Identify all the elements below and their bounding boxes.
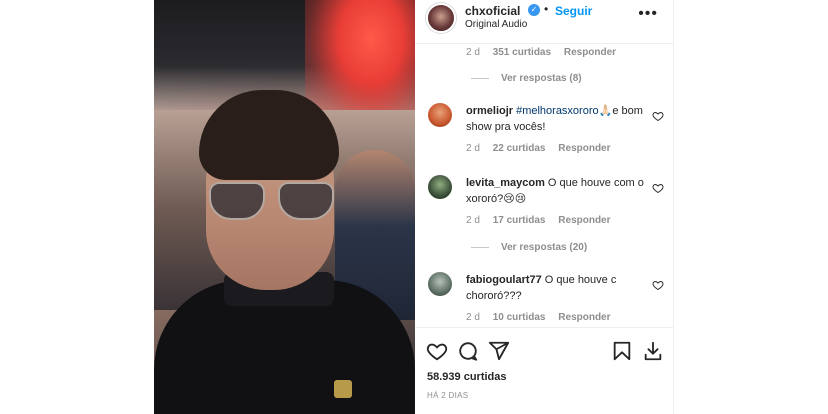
comment-meta: 2 d 17 curtidas Responder [466,215,621,226]
download-icon[interactable] [642,340,664,362]
commenter-avatar[interactable] [428,175,452,199]
comment-likes[interactable]: 17 curtidas [493,215,546,226]
comment-time: 2 d [466,143,480,154]
commenter-avatar[interactable] [428,103,452,127]
sunglasses [209,182,334,222]
comment-meta: 2 d 351 curtidas Responder [466,47,626,58]
commenter-username[interactable]: fabiogoulart77 [466,274,542,286]
post-side-panel: chxoficial ✓ • Seguir Original Audio •••… [415,0,674,414]
comment-likes[interactable]: 22 curtidas [493,143,546,154]
replies-divider-line [471,246,489,248]
like-count[interactable]: 58.939 curtidas [427,371,507,383]
comments-list[interactable]: 2 d 351 curtidas Responder Ver respostas… [415,44,674,327]
comment-icon[interactable] [457,340,479,362]
comment-likes[interactable]: 351 curtidas [493,47,551,58]
separator-dot: • [544,2,549,16]
comment-meta: 2 d 10 curtidas Responder [466,312,621,323]
comment-text: fabiogoulart77 O que houve c chororó??? [466,272,646,304]
avatar[interactable] [426,3,456,33]
left-lens [209,182,265,220]
comment-text: levita_maycom O que houve com o xororó?😢😢 [466,175,646,207]
more-options-icon[interactable]: ••• [638,6,658,22]
audio-label[interactable]: Original Audio [465,19,527,30]
heart-icon[interactable] [426,340,448,362]
post-header: chxoficial ✓ • Seguir Original Audio ••• [415,0,674,44]
reply-button[interactable]: Responder [558,312,610,323]
comment-time: 2 d [466,312,480,323]
shirt-logo [334,380,352,398]
reply-button[interactable]: Responder [558,143,610,154]
main-person [154,90,415,414]
follow-button[interactable]: Seguir [555,4,592,18]
view-replies-button[interactable]: Ver respostas (20) [471,242,587,253]
comment-text: ormeliojr #melhorasxororo🙏🏻e bom show pra… [466,103,646,135]
comment-time: 2 d [466,47,480,58]
bookmark-icon[interactable] [611,340,633,362]
like-comment-heart-icon[interactable] [652,279,664,291]
replies-divider-line [471,77,489,79]
share-icon[interactable] [488,340,510,362]
reply-button[interactable]: Responder [564,47,616,58]
post-username[interactable]: chxoficial [465,4,520,18]
commenter-username[interactable]: ormeliojr [466,105,513,117]
comment-meta: 2 d 22 curtidas Responder [466,143,621,154]
commenter-avatar[interactable] [428,272,452,296]
comment-likes[interactable]: 10 curtidas [493,312,546,323]
post-timestamp: HÁ 2 DIAS [427,391,469,400]
commenter-username[interactable]: levita_maycom [466,177,545,189]
hair [199,90,339,180]
view-replies-label: Ver respostas (8) [501,73,582,84]
comment-hashtag[interactable]: #melhorasxororo [516,105,599,117]
view-replies-label: Ver respostas (20) [501,242,588,253]
comment-time: 2 d [466,215,480,226]
like-comment-heart-icon[interactable] [652,182,664,194]
reply-button[interactable]: Responder [558,215,610,226]
post-actions: 58.939 curtidas HÁ 2 DIAS [415,327,674,414]
post-video[interactable] [154,0,415,414]
like-comment-heart-icon[interactable] [652,110,664,122]
view-replies-button[interactable]: Ver respostas (8) [471,73,582,84]
right-lens [278,182,334,220]
verified-badge-icon: ✓ [528,4,540,16]
